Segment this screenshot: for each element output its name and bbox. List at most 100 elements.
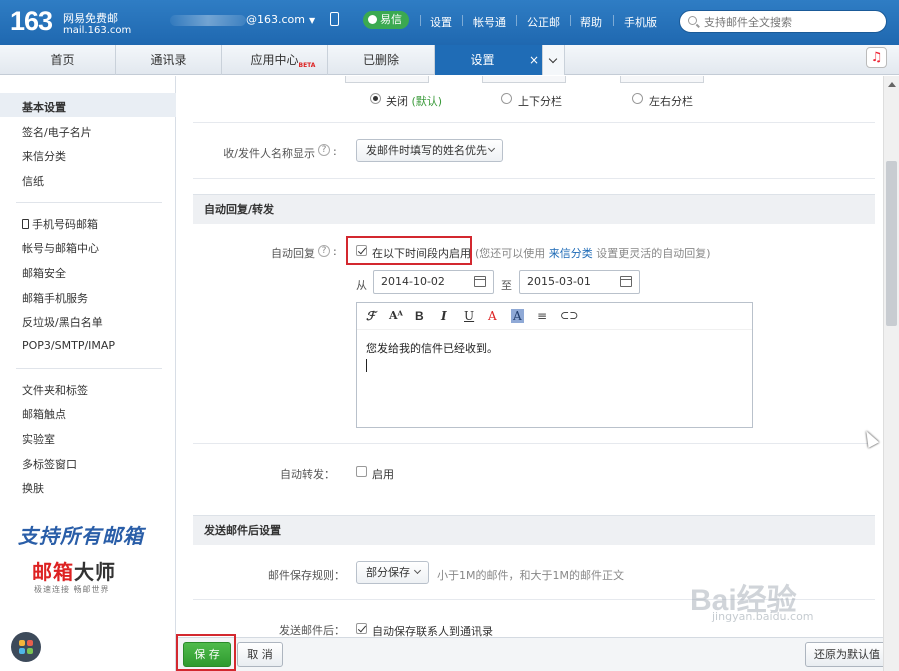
search-input[interactable] — [704, 14, 879, 30]
sidebar-item-signature[interactable]: 签名/电子名片 — [22, 124, 92, 140]
radio-layout-off[interactable] — [370, 93, 381, 104]
save-rule-dropdown[interactable]: 部分保存 — [356, 561, 429, 584]
auto-reply-checkbox[interactable] — [356, 245, 367, 256]
music-icon[interactable]: ♫ — [866, 47, 887, 68]
italic-icon[interactable]: I — [441, 309, 447, 323]
sidebar-item-basic[interactable]: 基本设置 — [22, 99, 66, 115]
sidebar-item-pop3[interactable]: POP3/SMTP/IMAP — [22, 339, 115, 352]
label-text: 自动转发 — [280, 468, 324, 481]
promo-slogan[interactable]: 支持所有邮箱 — [18, 520, 144, 549]
auto-forward-checkbox-label: 启用 — [372, 468, 394, 481]
font-color-icon[interactable]: A — [488, 309, 497, 323]
sender-name-dropdown[interactable]: 发邮件时填写的姓名优先 — [356, 139, 503, 162]
sidebar-item-label: 手机号码邮箱 — [32, 218, 98, 231]
font-family-icon[interactable]: ℱ — [366, 309, 375, 323]
scroll-up-arrow-icon[interactable] — [888, 82, 896, 87]
logo-number[interactable]: 163 — [10, 6, 53, 37]
sidebar-divider — [16, 368, 162, 369]
mobile-phone-icon[interactable] — [330, 12, 339, 26]
link-icon[interactable]: ⊂⊃ — [560, 309, 578, 322]
cancel-button[interactable]: 取 消 — [237, 642, 283, 667]
account-menu[interactable]: @163.com ▼ — [246, 13, 315, 26]
sidebar-item-multitab[interactable]: 多标签窗口 — [22, 456, 77, 472]
help-icon[interactable]: ? — [318, 144, 330, 156]
promo-brand[interactable]: 邮箱大师 — [32, 556, 116, 585]
search-icon — [688, 16, 697, 25]
radio-layout-vertical[interactable] — [501, 93, 512, 104]
end-date-input[interactable]: 2015-03-01 — [519, 270, 640, 294]
save-rule-label: 邮件保存规则： — [268, 569, 345, 582]
chevron-down-icon: ▼ — [309, 16, 316, 25]
sidebar-item-security[interactable]: 邮箱安全 — [22, 265, 66, 281]
divider — [613, 15, 614, 26]
tab-home[interactable]: 首页 — [10, 45, 116, 75]
help-icon[interactable]: ? — [318, 245, 330, 257]
auto-reply-note: (您还可以使用 来信分类 设置更灵活的自动回复) — [475, 245, 711, 261]
font-size-icon[interactable]: Aᴬ — [389, 309, 403, 322]
save-contacts-checkbox[interactable] — [356, 623, 367, 634]
grid-dot — [27, 648, 33, 654]
calendar-icon[interactable] — [620, 276, 632, 287]
restore-default-button[interactable]: 还原为默认值 — [805, 642, 889, 667]
note-text: (您还可以使用 — [475, 247, 546, 260]
sidebar-item-skin[interactable]: 换肤 — [22, 480, 44, 496]
tab-app-center[interactable]: 应用中心 BETA — [222, 45, 328, 75]
sidebar-item-antispam[interactable]: 反垃圾/黑白名单 — [22, 314, 103, 330]
after-send-label: 发送邮件后： — [279, 624, 345, 637]
chevron-down-icon — [413, 566, 422, 575]
header-link-mobile[interactable]: 手机版 — [624, 14, 657, 30]
start-date-input[interactable]: 2014-10-02 — [373, 270, 494, 294]
sidebar-item-touchpoints[interactable]: 邮箱触点 — [22, 406, 66, 422]
sidebar-item-mobile-service[interactable]: 邮箱手机服务 — [22, 290, 88, 306]
tab-label: 已删除 — [362, 53, 399, 67]
calendar-icon[interactable] — [474, 276, 486, 287]
sidebar-item-phone-mailbox[interactable]: 手机号码邮箱 — [22, 216, 98, 232]
sender-name-label: 收/发件人名称显示 — [223, 147, 315, 160]
mail-filter-link[interactable]: 来信分类 — [549, 247, 593, 260]
radio-layout-horizontal[interactable] — [632, 93, 643, 104]
auto-forward-checkbox[interactable] — [356, 466, 367, 477]
label-text: 邮件保存规则 — [268, 569, 334, 582]
row-divider — [193, 122, 875, 123]
dropdown-value: 发邮件时填写的姓名优先 — [366, 144, 487, 157]
grid-dot — [27, 640, 33, 646]
tab-label: 设置 — [470, 53, 495, 67]
label-text: 发送邮件后 — [279, 624, 334, 637]
underline-icon[interactable]: U — [464, 309, 474, 323]
auto-reply-editor[interactable]: ℱ Aᴬ B I U A A ≡ ⊂⊃ 您发给我的信件已经收到。 — [356, 302, 753, 428]
header-link-account[interactable]: 帐号通 — [473, 14, 506, 30]
sidebar-item-mail-filter[interactable]: 来信分类 — [22, 148, 66, 164]
to-label: 至 — [501, 279, 512, 292]
tab-more-dropdown[interactable] — [543, 45, 565, 75]
yixin-button[interactable]: 易信 — [363, 11, 409, 29]
header-link-help[interactable]: 帮助 — [580, 14, 602, 30]
divider — [420, 15, 421, 26]
promo-brand-dark: 大师 — [74, 560, 116, 584]
row-divider — [193, 443, 875, 444]
sidebar-item-account-center[interactable]: 帐号与邮箱中心 — [22, 240, 99, 256]
align-icon[interactable]: ≡ — [537, 309, 547, 323]
header-link-gongzheng[interactable]: 公正邮 — [527, 14, 560, 30]
tab-contacts[interactable]: 通讯录 — [116, 45, 222, 75]
divider — [516, 15, 517, 26]
default-tag: (默认) — [411, 95, 443, 108]
apps-grid-icon[interactable] — [11, 632, 41, 662]
divider — [462, 15, 463, 26]
vertical-scrollbar[interactable] — [883, 76, 899, 671]
sidebar-item-stationery[interactable]: 信纸 — [22, 173, 44, 189]
sidebar-item-folders[interactable]: 文件夹和标签 — [22, 382, 88, 398]
background-color-icon[interactable]: A — [511, 309, 524, 323]
bold-icon[interactable]: B — [415, 309, 424, 323]
radio-label-off: 关闭 (默认) — [386, 93, 442, 109]
search-box[interactable] — [679, 10, 887, 33]
tab-label: 应用中心 — [250, 53, 299, 67]
tab-deleted[interactable]: 已删除 — [328, 45, 435, 75]
radio-label-horizontal: 左右分栏 — [649, 95, 693, 108]
scroll-thumb[interactable] — [886, 161, 897, 326]
tab-label: 通讯录 — [150, 53, 187, 67]
header-link-settings[interactable]: 设置 — [430, 14, 452, 30]
close-icon[interactable]: × — [525, 45, 543, 75]
watermark-url: jingyan.baidu.com — [712, 610, 814, 623]
auto-reply-label: 自动回复 — [271, 247, 315, 260]
sidebar-item-lab[interactable]: 实验室 — [22, 431, 55, 447]
